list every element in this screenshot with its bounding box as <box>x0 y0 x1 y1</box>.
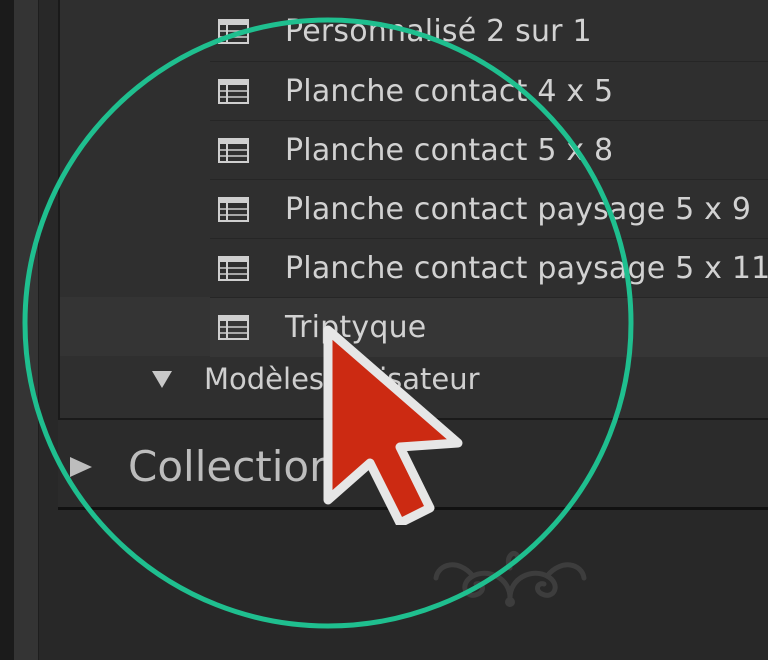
print-module-panel: Personnalisé 2 sur 1 Planche contact 4 x… <box>0 0 768 660</box>
template-label: Planche contact paysage 5 x 9 <box>285 192 752 227</box>
collapse-triangle-icon[interactable] <box>70 456 92 477</box>
template-item[interactable]: Planche contact 4 x 5 <box>210 61 768 121</box>
panel-end-area <box>58 512 768 660</box>
template-label: Planche contact paysage 5 x 11 <box>285 251 768 286</box>
template-item[interactable]: Planche contact paysage 5 x 9 <box>210 179 768 239</box>
left-edge-strip <box>0 0 14 660</box>
template-label: Planche contact 4 x 5 <box>285 74 614 109</box>
page-template-icon <box>218 256 249 281</box>
page-template-icon <box>218 138 249 163</box>
template-item[interactable]: Planche contact 5 x 8 <box>210 120 768 180</box>
template-item-selected[interactable]: Triptyque <box>210 297 768 357</box>
page-template-icon <box>218 19 249 44</box>
panel-scroll-edge <box>14 0 39 660</box>
page-template-icon <box>218 315 249 340</box>
page-template-icon <box>218 197 249 222</box>
template-label: Planche contact 5 x 8 <box>285 133 614 168</box>
template-label: Personnalisé 2 sur 1 <box>285 14 592 49</box>
template-item[interactable]: Personnalisé 2 sur 1 <box>210 2 768 61</box>
template-item[interactable]: Planche contact paysage 5 x 11 <box>210 238 768 298</box>
panel-end-ornament-icon <box>433 551 587 607</box>
expand-triangle-icon[interactable] <box>152 370 172 388</box>
page-template-icon <box>218 79 249 104</box>
mouse-pointer-icon <box>323 325 463 525</box>
